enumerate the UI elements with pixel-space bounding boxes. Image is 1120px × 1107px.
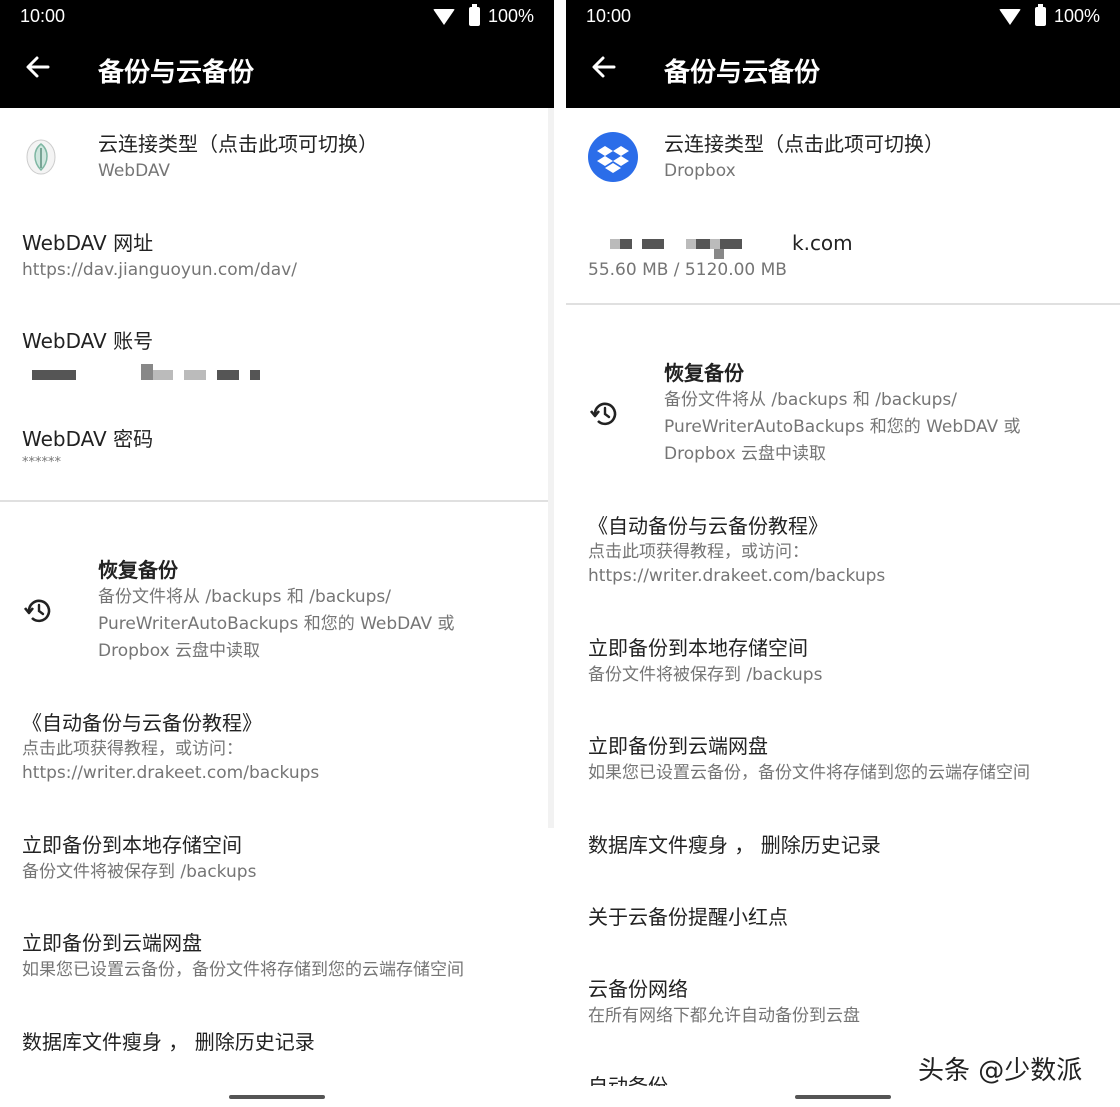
watermark: 头条 @少数派 <box>918 1056 1083 1086</box>
webdav-account-setting[interactable]: WebDAV 账号 <box>22 327 536 355</box>
restore-desc-line2: PureWriterAutoBackups 和您的 WebDAV 或 <box>664 417 1021 437</box>
restore-desc-line2: PureWriterAutoBackups 和您的 WebDAV 或 <box>98 614 455 634</box>
wifi-icon <box>432 8 455 25</box>
backup-cloud-setting[interactable]: 立即备份到云端网盘 如果您已设置云备份，备份文件将存储到您的云端存储空间 <box>588 732 1102 787</box>
restore-title: 恢复备份 <box>98 558 178 582</box>
restore-title: 恢复备份 <box>664 361 744 385</box>
webdav-account-title: WebDAV 账号 <box>22 329 154 353</box>
home-indicator[interactable] <box>229 1095 325 1099</box>
cloud-type-value: WebDAV <box>98 161 171 181</box>
tutorial-desc-line1: 点击此项获得教程，或访问： <box>588 542 809 562</box>
tutorial-title: 《自动备份与云备份教程》 <box>22 711 262 735</box>
tutorial-desc-line2: https://writer.drakeet.com/backups <box>22 763 320 783</box>
backup-local-setting[interactable]: 立即备份到本地存储空间 备份文件将被保存到 /backups <box>22 831 536 886</box>
page-title: 备份与云备份 <box>98 58 255 88</box>
tutorial-setting[interactable]: 《自动备份与云备份教程》 点击此项获得教程，或访问： https://write… <box>22 709 536 785</box>
back-arrow-icon[interactable] <box>590 53 618 81</box>
divider <box>566 303 1120 305</box>
battery-icon <box>468 4 480 26</box>
account-email-suffix: k.com <box>792 231 853 255</box>
cloud-type-title: 云连接类型（点击此项可切换） <box>664 132 944 156</box>
webdav-url-title: WebDAV 网址 <box>22 231 154 255</box>
app-bar: 10:00 100% 备份与云备份 <box>0 0 554 108</box>
restore-desc-line3: Dropbox 云盘中读取 <box>664 444 827 464</box>
backup-local-desc: 备份文件将被保存到 /backups <box>22 862 257 882</box>
account-usage: 55.60 MB / 5120.00 MB <box>588 257 1102 284</box>
backup-cloud-desc: 如果您已设置云备份，备份文件将存储到您的云端存储空间 <box>588 763 1030 783</box>
restore-desc-line1: 备份文件将从 /backups 和 /backups/ <box>664 390 957 410</box>
home-indicator[interactable] <box>795 1095 891 1099</box>
restore-desc-line1: 备份文件将从 /backups 和 /backups/ <box>98 587 391 607</box>
cloud-network-desc: 在所有网络下都允许自动备份到云盘 <box>588 1006 860 1026</box>
tutorial-title: 《自动备份与云备份教程》 <box>588 514 828 538</box>
left-screen: 10:00 100% 备份与云备份 云连接类型（点击此项可切换） WebDAV … <box>0 0 554 1107</box>
red-dot-setting[interactable]: 关于云备份提醒小红点 <box>588 903 1102 931</box>
divider <box>0 500 554 502</box>
webdav-password-value: ****** <box>22 455 61 470</box>
storage-usage: 55.60 MB / 5120.00 MB <box>588 260 787 280</box>
cloud-network-setting[interactable]: 云备份网络 在所有网络下都允许自动备份到云盘 <box>588 975 1102 1030</box>
webdav-password-title: WebDAV 密码 <box>22 427 154 451</box>
webdav-app-icon <box>26 139 56 175</box>
status-time: 10:00 <box>586 6 632 26</box>
tutorial-setting[interactable]: 《自动备份与云备份教程》 点击此项获得教程，或访问： https://write… <box>588 512 1102 588</box>
tutorial-desc-line2: https://writer.drakeet.com/backups <box>588 566 886 586</box>
backup-cloud-desc: 如果您已设置云备份，备份文件将存储到您的云端存储空间 <box>22 960 464 980</box>
screen-edge <box>548 108 554 828</box>
backup-local-setting[interactable]: 立即备份到本地存储空间 备份文件将被保存到 /backups <box>588 634 1102 689</box>
auto-backup-setting-partial[interactable]: 自动备份 <box>588 1074 668 1086</box>
wifi-icon <box>998 8 1021 25</box>
slim-db-setting[interactable]: 数据库文件瘦身 ， 删除历史记录 <box>588 831 1102 859</box>
cloud-type-title: 云连接类型（点击此项可切换） <box>98 132 378 156</box>
screen-gap <box>554 0 566 1107</box>
cloud-type-setting[interactable]: 云连接类型（点击此项可切换） Dropbox <box>664 130 1102 185</box>
app-bar: 10:00 100% 备份与云备份 <box>566 0 1120 108</box>
backup-cloud-setting[interactable]: 立即备份到云端网盘 如果您已设置云备份，备份文件将存储到您的云端存储空间 <box>22 929 536 984</box>
history-icon <box>590 402 617 426</box>
webdav-url-value: https://dav.jianguoyun.com/dav/ <box>22 260 297 280</box>
slim-db-setting[interactable]: 数据库文件瘦身 ， 删除历史记录 <box>22 1028 536 1056</box>
restore-backup-setting[interactable]: 恢复备份 备份文件将从 /backups 和 /backups/ PureWri… <box>98 556 536 665</box>
battery-level: 100% <box>1053 6 1100 26</box>
backup-cloud-title: 立即备份到云端网盘 <box>588 734 768 758</box>
webdav-password-setting[interactable]: WebDAV 密码 ****** <box>22 425 536 473</box>
auto-backup-title: 自动备份 <box>588 1074 668 1086</box>
cloud-network-title: 云备份网络 <box>588 977 688 1001</box>
backup-local-desc: 备份文件将被保存到 /backups <box>588 665 823 685</box>
backup-local-title: 立即备份到本地存储空间 <box>22 833 242 857</box>
history-icon <box>24 599 51 623</box>
backup-local-title: 立即备份到本地存储空间 <box>588 636 808 660</box>
dropbox-icon <box>588 132 638 182</box>
red-dot-title: 关于云备份提醒小红点 <box>588 905 788 929</box>
tutorial-desc-line1: 点击此项获得教程，或访问： <box>22 739 243 759</box>
account-email: k.com <box>792 229 1102 257</box>
battery-level: 100% <box>487 6 534 26</box>
right-screen: 10:00 100% 备份与云备份 云连接类型（点击此项可切换） Dropbox… <box>566 0 1120 1107</box>
restore-desc-line3: Dropbox 云盘中读取 <box>98 641 261 661</box>
webdav-url-setting[interactable]: WebDAV 网址 https://dav.jianguoyun.com/dav… <box>22 229 536 284</box>
back-arrow-icon[interactable] <box>24 53 52 81</box>
slim-db-title: 数据库文件瘦身 ， 删除历史记录 <box>22 1030 315 1054</box>
status-time: 10:00 <box>20 6 66 26</box>
cloud-type-setting[interactable]: 云连接类型（点击此项可切换） WebDAV <box>98 130 536 185</box>
page-title: 备份与云备份 <box>664 58 821 88</box>
status-icons: 100% <box>998 4 1100 27</box>
restore-backup-setting[interactable]: 恢复备份 备份文件将从 /backups 和 /backups/ PureWri… <box>664 359 1102 468</box>
backup-cloud-title: 立即备份到云端网盘 <box>22 931 202 955</box>
slim-db-title: 数据库文件瘦身 ， 删除历史记录 <box>588 833 881 857</box>
status-icons: 100% <box>432 4 534 27</box>
cloud-type-value: Dropbox <box>664 161 736 181</box>
battery-icon <box>1034 4 1046 26</box>
